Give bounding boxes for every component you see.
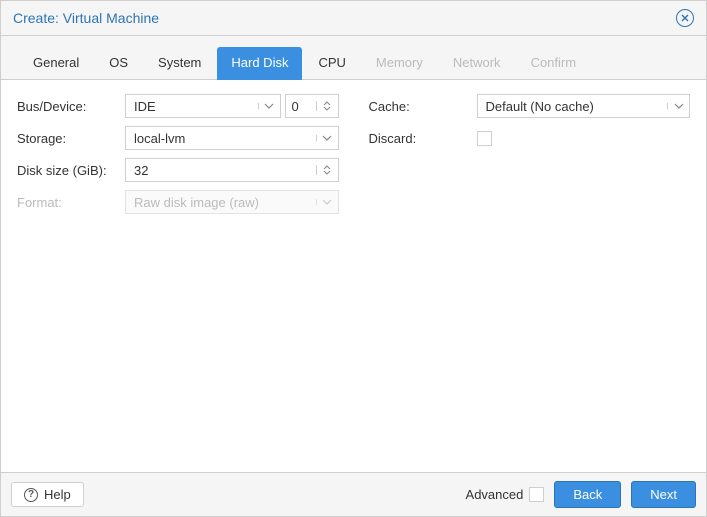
chevron-down-icon[interactable]	[667, 103, 689, 109]
help-button[interactable]: ? Help	[11, 482, 84, 507]
device-value: 0	[286, 99, 316, 114]
tab-strip: General OS System Hard Disk CPU Memory N…	[1, 36, 706, 80]
back-button[interactable]: Back	[554, 481, 621, 508]
help-icon: ?	[24, 488, 38, 502]
close-icon	[681, 14, 689, 22]
storage-label: Storage:	[17, 131, 125, 146]
spinner-buttons-icon[interactable]	[316, 165, 338, 175]
format-value: Raw disk image (raw)	[126, 195, 316, 210]
next-button[interactable]: Next	[631, 481, 696, 508]
tab-confirm: Confirm	[517, 47, 591, 80]
disk-size-label: Disk size (GiB):	[17, 163, 125, 178]
format-combo: Raw disk image (raw)	[125, 190, 339, 214]
discard-checkbox[interactable]	[477, 131, 492, 146]
tab-network: Network	[439, 47, 515, 80]
discard-label: Discard:	[369, 131, 477, 146]
dialog-title: Create: Virtual Machine	[13, 10, 159, 26]
tab-system[interactable]: System	[144, 47, 215, 80]
spinner-buttons-icon[interactable]	[316, 101, 338, 111]
advanced-label: Advanced	[466, 487, 524, 502]
row-discard: Discard:	[369, 126, 691, 150]
row-format: Format: Raw disk image (raw)	[17, 190, 339, 214]
row-cache: Cache: Default (No cache)	[369, 94, 691, 118]
chevron-down-icon[interactable]	[258, 103, 280, 109]
row-bus-device: Bus/Device: IDE 0	[17, 94, 339, 118]
chevron-down-icon	[316, 199, 338, 205]
footer: ? Help Advanced Back Next	[1, 472, 706, 516]
tab-memory: Memory	[362, 47, 437, 80]
cache-label: Cache:	[369, 99, 477, 114]
tab-body: Bus/Device: IDE 0	[1, 80, 706, 472]
help-label: Help	[44, 487, 71, 502]
storage-value: local-lvm	[126, 131, 316, 146]
bus-device-field: IDE 0	[125, 94, 339, 118]
row-disk-size: Disk size (GiB): 32	[17, 158, 339, 182]
disk-size-value: 32	[126, 163, 316, 178]
device-spinner[interactable]: 0	[285, 94, 339, 118]
bus-combo[interactable]: IDE	[125, 94, 281, 118]
advanced-toggle[interactable]: Advanced	[466, 487, 545, 502]
advanced-checkbox[interactable]	[529, 487, 544, 502]
cache-value: Default (No cache)	[478, 99, 668, 114]
right-column: Cache: Default (No cache) Discard:	[369, 94, 691, 458]
storage-combo[interactable]: local-lvm	[125, 126, 339, 150]
create-vm-dialog: Create: Virtual Machine General OS Syste…	[0, 0, 707, 517]
chevron-down-icon[interactable]	[316, 135, 338, 141]
tab-os[interactable]: OS	[95, 47, 142, 80]
disk-size-spinner[interactable]: 32	[125, 158, 339, 182]
bus-value: IDE	[126, 99, 258, 114]
format-label: Format:	[17, 195, 125, 210]
tab-hard-disk[interactable]: Hard Disk	[217, 47, 302, 80]
tab-general[interactable]: General	[19, 47, 93, 80]
left-column: Bus/Device: IDE 0	[17, 94, 339, 458]
footer-right: Advanced Back Next	[466, 481, 696, 508]
cache-combo[interactable]: Default (No cache)	[477, 94, 691, 118]
titlebar: Create: Virtual Machine	[1, 1, 706, 36]
close-button[interactable]	[676, 9, 694, 27]
bus-device-label: Bus/Device:	[17, 99, 125, 114]
row-storage: Storage: local-lvm	[17, 126, 339, 150]
tab-cpu[interactable]: CPU	[304, 47, 359, 80]
